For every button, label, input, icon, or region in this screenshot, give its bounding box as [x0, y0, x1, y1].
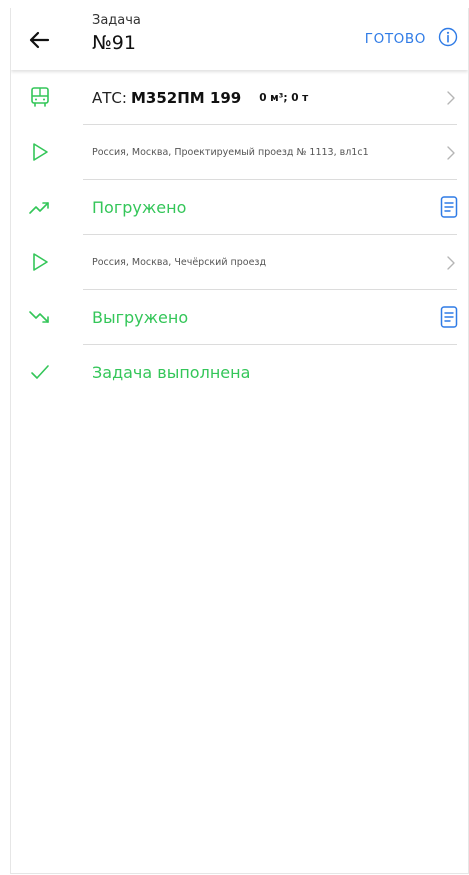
- completed-row: Задача выполнена: [11, 345, 468, 400]
- loaded-row[interactable]: Погружено: [11, 180, 468, 235]
- play-icon: [33, 143, 48, 161]
- document-icon[interactable]: [439, 305, 459, 329]
- completed-label: Задача выполнена: [92, 363, 251, 382]
- chevron-right-icon: [447, 146, 455, 160]
- document-icon[interactable]: [439, 195, 459, 219]
- info-icon[interactable]: [437, 26, 459, 48]
- unloaded-label: Выгружено: [92, 308, 189, 327]
- route-row-1[interactable]: Россия, Москва, Проектируемый проезд № 1…: [11, 125, 468, 180]
- route-address-1: Россия, Москва, Проектируемый проезд № 1…: [92, 147, 369, 158]
- route-address-2: Россия, Москва, Чечёрский проезд: [92, 257, 267, 268]
- play-icon: [33, 253, 48, 271]
- check-icon: [31, 365, 49, 379]
- task-steps-list: АТС: М352ПМ 199 0 м³; 0 т Россия, Москва…: [11, 70, 468, 400]
- top-bar: Задача №91 ГОТОВО: [11, 8, 468, 70]
- app-screen: Задача №91 ГОТОВО АТС: М352ПМ 199 0 м³; …: [10, 8, 469, 874]
- page-title: №91: [92, 32, 136, 54]
- chevron-right-icon: [447, 91, 455, 105]
- back-arrow-icon[interactable]: [27, 28, 51, 52]
- vehicle-info: АТС: М352ПМ 199 0 м³; 0 т: [92, 70, 308, 125]
- done-button[interactable]: ГОТОВО: [365, 31, 426, 47]
- trend-up-icon: [29, 202, 49, 214]
- vehicle-plate: М352ПМ 199: [130, 88, 242, 107]
- vehicle-volume: 0 м³; 0 т: [259, 91, 309, 104]
- vehicle-row[interactable]: АТС: М352ПМ 199 0 м³; 0 т: [11, 70, 468, 125]
- title-block: Задача №91: [92, 13, 141, 56]
- route-row-2[interactable]: Россия, Москва, Чечёрский проезд: [11, 235, 468, 290]
- unloaded-row[interactable]: Выгружено: [11, 290, 468, 345]
- trend-down-icon: [29, 311, 49, 323]
- vehicle-label: АТС:: [92, 88, 127, 107]
- loaded-label: Погружено: [92, 198, 187, 217]
- chevron-right-icon: [447, 256, 455, 270]
- page-subtitle: Задача: [92, 13, 141, 28]
- bus-icon: [31, 87, 49, 107]
